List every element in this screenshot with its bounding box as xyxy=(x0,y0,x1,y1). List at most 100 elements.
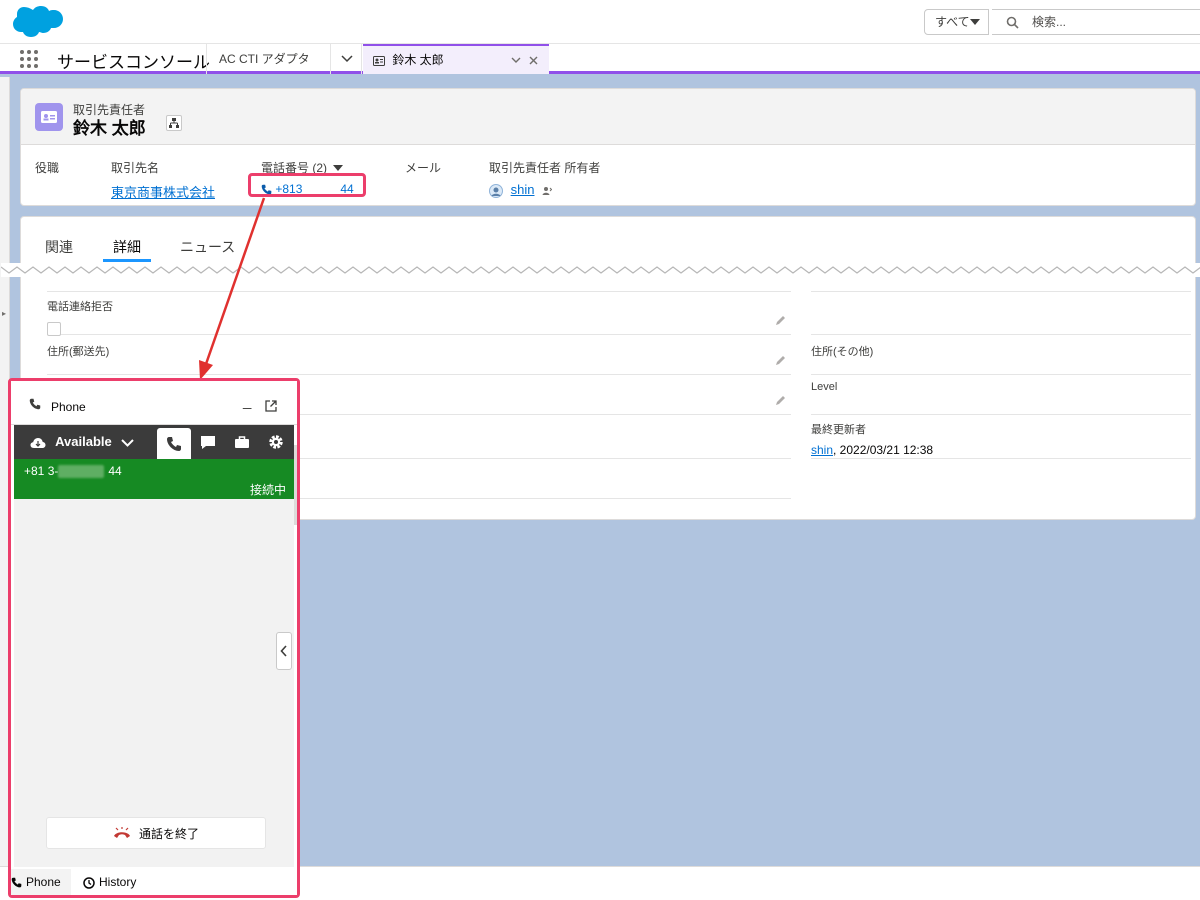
hierarchy-button[interactable] xyxy=(166,115,182,131)
last-modified-value: shin, 2022/03/21 12:38 xyxy=(811,443,1191,457)
end-call-label: 通話を終了 xyxy=(138,826,199,841)
last-modified-user-link[interactable]: shin xyxy=(811,443,833,457)
edit-pencil-icon[interactable] xyxy=(775,394,787,406)
tab-details[interactable]: 詳細 xyxy=(113,237,141,257)
tab-contact-record[interactable]: 鈴木 太郎 xyxy=(363,44,549,74)
tab-news[interactable]: ニュース xyxy=(180,237,235,257)
field-label: 住所(郵送先) xyxy=(47,346,110,358)
search-icon xyxy=(1006,16,1019,29)
phone-tool-button[interactable] xyxy=(157,428,191,459)
record-name: 鈴木 太郎 xyxy=(73,119,146,138)
record-header: 取引先責任者 鈴木 太郎 役職 取引先名 東京商事株式会社 電話番号 (2) +… xyxy=(20,88,1196,206)
agent-status-dropdown[interactable]: Available xyxy=(30,434,135,449)
settings-tool-button[interactable] xyxy=(259,425,293,459)
softphone-panel: Phone _ Available +81 3- 44 接続中 通話を終了 Ph… xyxy=(8,378,300,898)
global-header: すべて xyxy=(0,0,1200,44)
field-owner: 取引先責任者 所有者 shin xyxy=(489,159,600,198)
close-icon[interactable] xyxy=(529,56,538,65)
edit-pencil-icon[interactable] xyxy=(775,314,787,326)
phone-icon xyxy=(11,878,22,888)
contact-icon xyxy=(35,103,63,131)
chevron-left-icon xyxy=(280,645,287,657)
softphone-title: Phone xyxy=(51,400,86,414)
softphone-footer: Phone History xyxy=(11,869,297,895)
popout-icon[interactable] xyxy=(265,400,277,412)
last-modified-timestamp: , 2022/03/21 12:38 xyxy=(833,443,934,457)
record-tabs: 関連 詳細 ニュース xyxy=(21,217,1195,263)
chat-tool-button[interactable] xyxy=(191,425,225,459)
detail-row-last-modified: 最終更新者 shin, 2022/03/21 12:38 xyxy=(811,415,1191,459)
search-scope-select[interactable]: すべて xyxy=(924,9,989,35)
tab-menu-button[interactable] xyxy=(330,44,362,74)
field-label: 取引先名 xyxy=(111,161,160,175)
app-launcher-icon[interactable] xyxy=(20,50,38,68)
console-nav-bar: サービスコンソール AC CTI アダプタ 鈴木 太郎 xyxy=(0,44,1200,74)
field-label: 取引先責任者 所有者 xyxy=(489,161,601,175)
detail-row-other-address: 住所(その他) xyxy=(811,335,1191,375)
footer-tab-phone[interactable]: Phone xyxy=(11,869,71,895)
field-title: 役職 xyxy=(35,159,59,176)
owner-link[interactable]: shin xyxy=(489,182,600,198)
call-number: +81 3- 44 xyxy=(24,464,122,479)
field-email: メール xyxy=(405,159,441,176)
hang-up-icon xyxy=(113,827,130,838)
cloud-icon xyxy=(30,437,46,448)
softphone-header: Phone _ xyxy=(11,381,297,425)
global-search-box[interactable] xyxy=(992,9,1200,35)
call-status: 接続中 xyxy=(249,483,286,497)
active-call-bar: +81 3- 44 接続中 xyxy=(14,459,294,499)
search-scope-label: すべて xyxy=(935,15,970,29)
briefcase-icon xyxy=(235,436,249,448)
chevron-down-icon xyxy=(121,438,135,447)
field-account-name: 取引先名 東京商事株式会社 xyxy=(111,159,215,201)
tab-ac-cti-adapter[interactable]: AC CTI アダプタ xyxy=(206,44,330,74)
minimize-icon[interactable]: _ xyxy=(243,393,251,410)
caret-down-icon[interactable] xyxy=(333,165,344,172)
app-name: サービスコンソール xyxy=(57,53,210,72)
caret-right-icon[interactable]: ▸ xyxy=(2,309,6,318)
search-input[interactable] xyxy=(1032,13,1182,31)
hierarchy-icon xyxy=(169,118,179,128)
detail-row-level: Level xyxy=(811,375,1191,415)
account-name-link[interactable]: 東京商事株式会社 xyxy=(111,182,215,201)
field-label: Level xyxy=(811,381,838,393)
phone-icon xyxy=(29,398,41,410)
contact-card-icon xyxy=(373,55,385,66)
tab-related[interactable]: 関連 xyxy=(45,237,73,257)
tasks-tool-button[interactable] xyxy=(225,425,259,459)
do-not-call-checkbox xyxy=(47,322,61,336)
salesforce-logo[interactable] xyxy=(12,5,64,39)
phone-highlight-box xyxy=(248,173,366,197)
tab-label: 鈴木 太郎 xyxy=(392,53,444,67)
detail-row-do-not-call: 電話連絡拒否 xyxy=(47,291,791,336)
contact-control-panel: Available +81 3- 44 接続中 通話を終了 xyxy=(14,425,294,867)
chat-icon xyxy=(201,435,215,449)
end-call-button[interactable]: 通話を終了 xyxy=(46,817,266,849)
detail-row-mailing-address: 住所(郵送先) xyxy=(47,335,791,375)
scrollbar[interactable] xyxy=(294,445,297,525)
footer-tab-history[interactable]: History xyxy=(83,869,136,895)
active-tab-indicator xyxy=(103,259,151,262)
ccp-toolbar: Available xyxy=(14,425,294,459)
record-header-top: 取引先責任者 鈴木 太郎 xyxy=(21,89,1195,145)
field-label: 役職 xyxy=(35,161,60,175)
field-label: 電話連絡拒否 xyxy=(47,301,113,313)
change-owner-icon[interactable] xyxy=(542,186,553,196)
field-label: 住所(その他) xyxy=(811,346,874,358)
detail-row-right-blank xyxy=(811,291,1191,335)
field-label: メール xyxy=(405,161,442,175)
gear-icon xyxy=(269,435,283,449)
caret-down-icon xyxy=(970,19,980,25)
clock-icon xyxy=(83,877,95,889)
chevron-down-icon[interactable] xyxy=(511,57,521,64)
torn-edge-divider xyxy=(1,263,1200,277)
collapse-panel-button[interactable] xyxy=(276,632,292,670)
user-avatar-icon xyxy=(489,183,503,198)
chevron-down-icon xyxy=(341,55,353,63)
edit-pencil-icon[interactable] xyxy=(775,354,787,366)
tab-label: AC CTI アダプタ xyxy=(219,52,310,66)
agent-status-label: Available xyxy=(55,434,112,449)
redacted-number xyxy=(58,465,105,479)
phone-icon xyxy=(167,436,181,451)
field-label: 最終更新者 xyxy=(811,424,866,436)
